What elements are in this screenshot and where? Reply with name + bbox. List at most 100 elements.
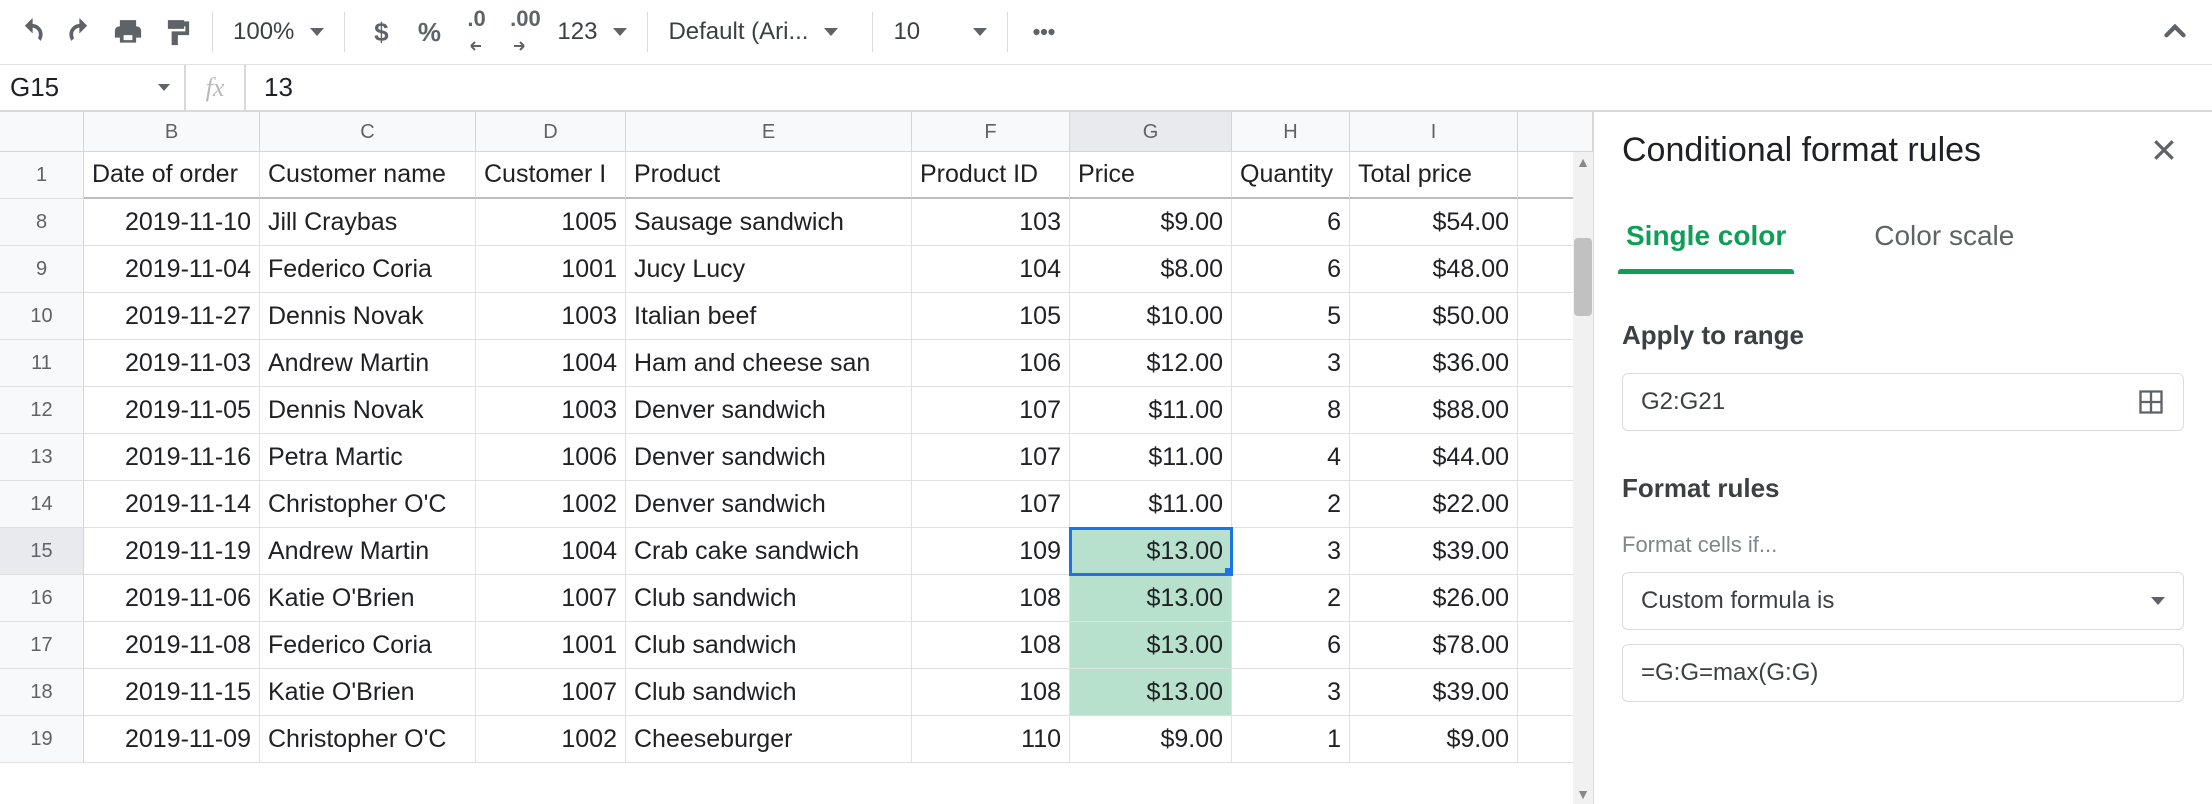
cell[interactable]: 1005 [476, 199, 626, 246]
fontsize-dropdown[interactable]: 10 [885, 8, 995, 56]
row-header[interactable]: 12 [0, 387, 84, 434]
row-header[interactable]: 11 [0, 340, 84, 387]
scroll-down-arrow[interactable]: ▼ [1573, 784, 1593, 804]
cell[interactable]: $44.00 [1350, 434, 1518, 481]
number-format-dropdown[interactable]: 123 [549, 8, 635, 56]
cell[interactable]: $12.00 [1070, 340, 1232, 387]
cell[interactable]: 109 [912, 528, 1070, 575]
close-panel-button[interactable] [2144, 130, 2184, 170]
column-header-D[interactable]: D [476, 112, 626, 152]
cell[interactable]: $13.00 [1070, 622, 1232, 669]
undo-button[interactable] [8, 8, 56, 56]
cell[interactable]: $9.00 [1350, 716, 1518, 763]
cell[interactable]: Andrew Martin [260, 340, 476, 387]
column-header-F[interactable]: F [912, 112, 1070, 152]
cell[interactable]: Andrew Martin [260, 528, 476, 575]
print-button[interactable] [104, 8, 152, 56]
row-header[interactable]: 8 [0, 199, 84, 246]
cell[interactable]: Katie O'Brien [260, 669, 476, 716]
percent-button[interactable]: % [405, 8, 453, 56]
cell[interactable]: Dennis Novak [260, 293, 476, 340]
cell[interactable]: Jill Craybas [260, 199, 476, 246]
cell[interactable]: $26.00 [1350, 575, 1518, 622]
cell[interactable]: 2019-11-16 [84, 434, 260, 481]
column-header-G[interactable]: G [1070, 112, 1232, 152]
cell[interactable]: $36.00 [1350, 340, 1518, 387]
cell[interactable]: 2019-11-10 [84, 199, 260, 246]
row-header[interactable]: 19 [0, 716, 84, 763]
cell[interactable]: $13.00 [1070, 528, 1232, 575]
cell[interactable]: Customer name [260, 152, 476, 199]
cell[interactable]: 2019-11-08 [84, 622, 260, 669]
redo-button[interactable] [56, 8, 104, 56]
cell[interactable]: 1002 [476, 481, 626, 528]
cell[interactable]: Date of order [84, 152, 260, 199]
cell[interactable]: 2019-11-05 [84, 387, 260, 434]
cell[interactable]: 110 [912, 716, 1070, 763]
cell[interactable]: Ham and cheese san [626, 340, 912, 387]
formula-input[interactable]: 13 [250, 72, 2212, 103]
cell[interactable]: Federico Coria [260, 246, 476, 293]
custom-formula-input[interactable] [1641, 659, 2165, 687]
cell[interactable]: $50.00 [1350, 293, 1518, 340]
cell[interactable]: Quantity [1232, 152, 1350, 199]
row-header[interactable]: 9 [0, 246, 84, 293]
font-dropdown[interactable]: Default (Ari... [660, 8, 860, 56]
cell[interactable]: 103 [912, 199, 1070, 246]
more-toolbar-button[interactable] [1020, 8, 1068, 56]
cell[interactable]: Club sandwich [626, 669, 912, 716]
cell[interactable]: $39.00 [1350, 669, 1518, 716]
cell[interactable]: $13.00 [1070, 669, 1232, 716]
cell[interactable]: 3 [1232, 669, 1350, 716]
cell[interactable]: $8.00 [1070, 246, 1232, 293]
cell[interactable]: Sausage sandwich [626, 199, 912, 246]
cell[interactable]: Denver sandwich [626, 434, 912, 481]
cell[interactable]: 1004 [476, 340, 626, 387]
cell[interactable]: Christopher O'C [260, 716, 476, 763]
cell[interactable]: 1006 [476, 434, 626, 481]
row-header[interactable]: 17 [0, 622, 84, 669]
cell[interactable]: 1001 [476, 622, 626, 669]
cell[interactable]: Federico Coria [260, 622, 476, 669]
cell[interactable]: Katie O'Brien [260, 575, 476, 622]
zoom-dropdown[interactable]: 100% [225, 8, 332, 56]
cell[interactable]: 5 [1232, 293, 1350, 340]
cell[interactable]: $11.00 [1070, 434, 1232, 481]
row-header[interactable]: 1 [0, 152, 84, 199]
cell[interactable]: 2019-11-06 [84, 575, 260, 622]
cell[interactable]: 6 [1232, 246, 1350, 293]
cell[interactable]: 1004 [476, 528, 626, 575]
collapse-toolbar-button[interactable] [2158, 14, 2192, 55]
row-header[interactable]: 16 [0, 575, 84, 622]
cell[interactable]: 6 [1232, 199, 1350, 246]
cell[interactable]: $9.00 [1070, 716, 1232, 763]
cell[interactable]: Dennis Novak [260, 387, 476, 434]
column-header-B[interactable]: B [84, 112, 260, 152]
cell[interactable]: Petra Martic [260, 434, 476, 481]
scroll-up-arrow[interactable]: ▲ [1573, 152, 1593, 172]
cell[interactable]: 108 [912, 622, 1070, 669]
paint-format-button[interactable] [152, 8, 200, 56]
cell[interactable]: 2 [1232, 575, 1350, 622]
cell[interactable]: $22.00 [1350, 481, 1518, 528]
cell[interactable]: $88.00 [1350, 387, 1518, 434]
cell[interactable]: $48.00 [1350, 246, 1518, 293]
cell[interactable]: $9.00 [1070, 199, 1232, 246]
condition-type-dropdown[interactable]: Custom formula is [1622, 572, 2184, 630]
apply-to-range-field[interactable]: G2:G21 [1622, 373, 2184, 431]
cell[interactable]: 105 [912, 293, 1070, 340]
cell[interactable]: Crab cake sandwich [626, 528, 912, 575]
cell[interactable]: 107 [912, 434, 1070, 481]
name-box[interactable]: G15 [0, 72, 180, 103]
cell[interactable]: Jucy Lucy [626, 246, 912, 293]
decrease-decimal-button[interactable]: .0 [453, 8, 501, 56]
column-header-C[interactable]: C [260, 112, 476, 152]
cell[interactable]: Customer I [476, 152, 626, 199]
cell[interactable]: 6 [1232, 622, 1350, 669]
cell[interactable]: $11.00 [1070, 481, 1232, 528]
spreadsheet-grid[interactable]: BCDEFGHI 1Date of orderCustomer nameCust… [0, 112, 1594, 804]
cell[interactable]: Product ID [912, 152, 1070, 199]
cell[interactable]: $13.00 [1070, 575, 1232, 622]
cell[interactable]: 108 [912, 669, 1070, 716]
cell[interactable]: Cheeseburger [626, 716, 912, 763]
